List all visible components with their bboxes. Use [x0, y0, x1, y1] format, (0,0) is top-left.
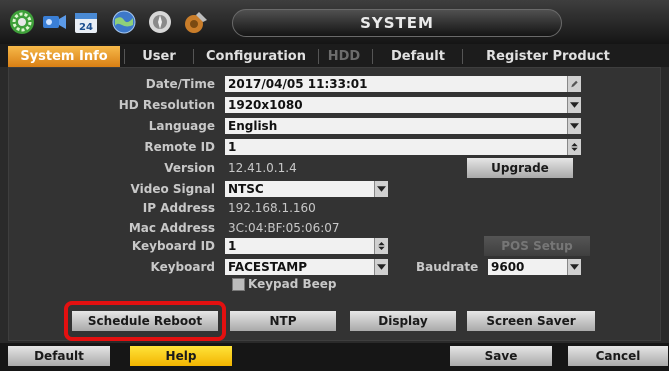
keypad-beep-checkbox[interactable]: [232, 278, 245, 291]
remote-id-label: Remote ID: [144, 140, 215, 154]
calendar-icon[interactable]: 24: [72, 8, 100, 36]
hd-resolution-label: HD Resolution: [118, 98, 215, 112]
edit-pencil-icon[interactable]: [567, 76, 581, 92]
highlight-box: [64, 301, 226, 341]
tab-user[interactable]: User: [128, 46, 190, 67]
tab-hdd: HDD: [327, 49, 361, 64]
keyboard-id-label: Keyboard ID: [131, 239, 215, 253]
video-signal-value: NTSC: [228, 182, 264, 196]
mac-address-value: 3C:04:BF:05:06:07: [228, 221, 340, 235]
chevron-down-icon[interactable]: [374, 181, 388, 197]
display-button[interactable]: Display: [350, 311, 456, 331]
tab-configuration[interactable]: Configuration: [196, 46, 316, 67]
event-icon[interactable]: [146, 8, 174, 36]
language-label: Language: [148, 119, 215, 133]
remote-id-spinner[interactable]: 1: [225, 139, 581, 155]
tab-divider: [372, 49, 373, 64]
video-signal-dropdown[interactable]: NTSC: [225, 181, 388, 197]
tab-register-product[interactable]: Register Product: [468, 46, 628, 67]
spinner-arrows-icon[interactable]: [374, 238, 388, 254]
tab-divider: [318, 49, 319, 64]
ip-address-value: 192.168.1.160: [228, 201, 316, 215]
tab-bar: System Info User Configuration HDD Defau…: [0, 44, 669, 67]
chevron-down-icon[interactable]: [567, 97, 581, 113]
cancel-button[interactable]: Cancel: [568, 346, 668, 366]
chevron-down-icon[interactable]: [567, 118, 581, 134]
video-signal-label: Video Signal: [130, 182, 215, 196]
window-title: SYSTEM: [232, 9, 562, 37]
pos-setup-button: POS Setup: [484, 236, 590, 256]
keyboard-value: FACESTAMP: [228, 260, 308, 274]
save-button[interactable]: Save: [450, 346, 552, 366]
help-button[interactable]: Help: [130, 346, 232, 366]
keypad-beep-label: Keypad Beep: [248, 277, 337, 291]
tab-default[interactable]: Default: [378, 46, 458, 67]
remote-id-value: 1: [228, 140, 237, 154]
keyboard-dropdown[interactable]: FACESTAMP: [225, 259, 388, 275]
language-value: English: [228, 119, 278, 133]
version-label: Version: [164, 161, 215, 175]
baudrate-label: Baudrate: [416, 260, 479, 274]
system-gear-icon[interactable]: [8, 8, 36, 36]
spinner-arrows-icon[interactable]: [567, 139, 581, 155]
ntp-button[interactable]: NTP: [230, 311, 336, 331]
tab-system-info[interactable]: System Info: [8, 46, 120, 67]
default-button[interactable]: Default: [8, 346, 110, 366]
chevron-down-icon[interactable]: [567, 259, 581, 275]
upgrade-button[interactable]: Upgrade: [467, 158, 573, 178]
date-time-label: Date/Time: [145, 77, 215, 91]
storage-wrench-icon[interactable]: [182, 8, 210, 36]
hd-resolution-value: 1920x1080: [228, 98, 303, 112]
baudrate-dropdown[interactable]: 9600: [488, 259, 581, 275]
tab-divider: [462, 49, 463, 64]
baudrate-value: 9600: [491, 260, 525, 274]
system-dialog: 24 SYSTEM System Info User Configuration…: [0, 0, 669, 371]
keyboard-label: Keyboard: [150, 260, 216, 274]
keyboard-id-value: 1: [228, 239, 237, 253]
calendar-day: 24: [79, 22, 93, 33]
keyboard-id-spinner[interactable]: 1: [225, 238, 388, 254]
hd-resolution-dropdown[interactable]: 1920x1080: [225, 97, 581, 113]
top-menu-bar: 24 SYSTEM: [0, 0, 669, 44]
date-time-value: 2017/04/05 11:33:01: [228, 77, 368, 91]
mac-address-label: Mac Address: [128, 221, 215, 235]
date-time-field[interactable]: 2017/04/05 11:33:01: [225, 76, 581, 92]
ip-address-label: IP Address: [142, 201, 215, 215]
tab-divider: [124, 49, 125, 64]
version-value: 12.41.0.1.4: [228, 161, 297, 175]
screen-saver-button[interactable]: Screen Saver: [467, 311, 595, 331]
chevron-down-icon[interactable]: [374, 259, 388, 275]
network-globe-icon[interactable]: [110, 8, 138, 36]
camera-icon[interactable]: [40, 8, 68, 36]
language-dropdown[interactable]: English: [225, 118, 581, 134]
tab-divider: [193, 49, 194, 64]
